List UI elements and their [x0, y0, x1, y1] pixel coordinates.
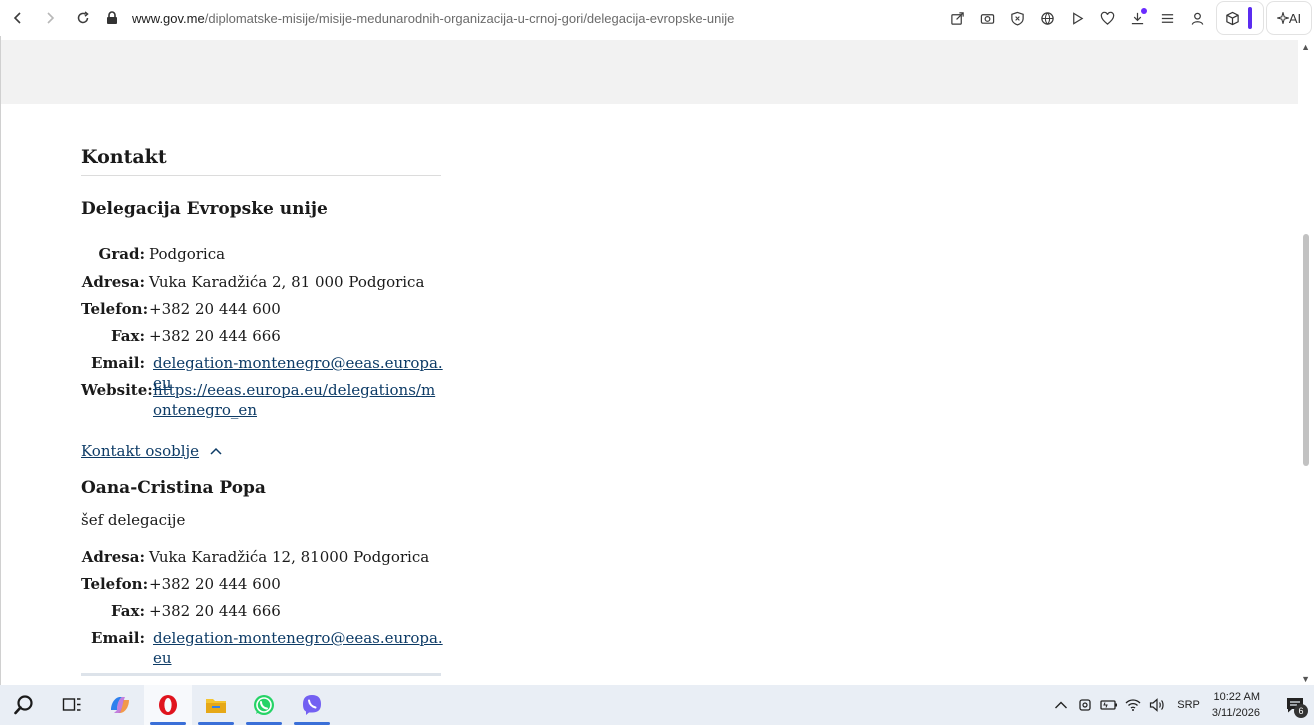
url-text: www.gov.me/diplomatske-misije/misije-med… — [132, 11, 734, 26]
taskbar: SRP 10:22 AM 3/11/2026 6 — [0, 685, 1314, 725]
back-button[interactable] — [2, 2, 34, 34]
clock[interactable]: 10:22 AM 3/11/2026 — [1212, 689, 1260, 721]
org-name: Delegacija Evropske unije — [81, 199, 328, 219]
vpn-globe-icon[interactable] — [1032, 5, 1062, 31]
heart-icon[interactable] — [1092, 5, 1122, 31]
forward-button[interactable] — [34, 2, 66, 34]
person-address-row: Adresa: Vuka Karadžića 12, 81000 Podgori… — [81, 547, 429, 567]
url-path: /diplomatske-misije/misije-medunarodnih-… — [204, 10, 735, 26]
org-phone-row: Telefon: +382 20 444 600 — [81, 299, 281, 319]
org-city-row: Grad: Podgorica — [81, 244, 226, 264]
clock-time: 10:22 AM — [1213, 691, 1260, 703]
viber-icon — [303, 695, 321, 715]
show-hidden-icons-icon[interactable] — [1049, 685, 1073, 725]
person-email-link[interactable]: delegation-montenegro@eeas.europa.eu — [153, 628, 443, 668]
scroll-up-icon[interactable]: ▲ — [1301, 42, 1310, 52]
lock-icon — [104, 10, 120, 26]
shield-icon[interactable] — [1002, 5, 1032, 31]
row-label: Telefon: — [81, 575, 149, 593]
copilot-taskbar-button[interactable] — [96, 685, 144, 725]
chevron-up-icon — [210, 447, 222, 455]
browser-toolbar: www.gov.me/diplomatske-misije/misije-med… — [0, 0, 1314, 36]
share-icon[interactable] — [942, 5, 972, 31]
forward-arrow-icon — [47, 12, 55, 24]
page-scrollbar[interactable]: ▲ ▼ — [1298, 36, 1314, 686]
viber-taskbar-button[interactable] — [288, 685, 336, 725]
folder-icon — [206, 699, 226, 713]
sparkle-icon — [1276, 12, 1289, 24]
notification-count: 6 — [1294, 704, 1308, 718]
row-label: Fax: — [110, 327, 145, 345]
task-view-icon — [62, 698, 81, 711]
row-value: Vuka Karadžića 12, 81000 Podgorica — [149, 548, 430, 566]
org-website-link[interactable]: https://eeas.europa.eu/delegations/monte… — [153, 380, 443, 420]
person-name: Oana-Cristina Popa — [81, 478, 266, 498]
search-taskbar-button[interactable] — [0, 685, 48, 725]
row-label: Adresa: — [81, 273, 145, 291]
staff-toggle-label: Kontakt osoblje — [81, 442, 200, 460]
person-phone-row: Telefon: +382 20 444 600 — [81, 574, 281, 594]
sidebar-indicator — [1248, 7, 1252, 29]
clock-date: 3/11/2026 — [1211, 707, 1260, 719]
row-label: Fax: — [110, 602, 145, 620]
row-value: Podgorica — [149, 245, 226, 263]
person-fax-row: Fax: +382 20 444 666 — [81, 601, 281, 621]
org-address-row: Adresa: Vuka Karadžića 2, 81 000 Podgori… — [81, 272, 425, 292]
org-fax-row: Fax: +382 20 444 666 — [81, 326, 281, 346]
system-tray: SRP 10:22 AM 3/11/2026 6 — [1049, 685, 1314, 725]
search-icon — [14, 695, 33, 715]
download-badge — [1141, 8, 1147, 14]
copilot-icon — [111, 697, 129, 713]
row-value: +382 20 444 600 — [149, 300, 281, 318]
task-view-button[interactable] — [48, 685, 96, 725]
row-label: Telefon: — [81, 300, 149, 318]
menu-lines-icon[interactable] — [1152, 5, 1182, 31]
file-explorer-taskbar-button[interactable] — [192, 685, 240, 725]
whatsapp-taskbar-button[interactable] — [240, 685, 288, 725]
battery-icon[interactable] — [1097, 685, 1121, 725]
wifi-icon[interactable] — [1121, 685, 1145, 725]
url-host: www.gov.me — [132, 10, 205, 26]
reload-button[interactable] — [67, 2, 99, 34]
person-role: šef delegacije — [81, 511, 186, 529]
section-title: Kontakt — [81, 146, 167, 168]
row-value: +382 20 444 666 — [149, 602, 281, 620]
camera-icon[interactable] — [972, 5, 1002, 31]
download-icon[interactable] — [1122, 5, 1152, 31]
row-value: Vuka Karadžića 2, 81 000 Podgorica — [149, 273, 425, 291]
ai-button[interactable]: AI — [1266, 1, 1312, 35]
volume-icon[interactable] — [1145, 685, 1169, 725]
play-icon[interactable] — [1062, 5, 1092, 31]
cube-icon — [1226, 11, 1239, 25]
scroll-thumb[interactable] — [1303, 234, 1309, 466]
person-email-row: Email: delegation-montenegro@eeas.europa… — [81, 628, 443, 668]
opera-icon — [159, 695, 177, 715]
row-value: +382 20 444 666 — [149, 327, 281, 345]
scroll-down-icon[interactable]: ▼ — [1301, 674, 1310, 684]
extensions-button[interactable] — [1216, 1, 1264, 35]
row-label: Website: — [81, 381, 153, 399]
notification-center-button[interactable]: 6 — [1276, 685, 1314, 725]
row-label: Email: — [91, 629, 145, 647]
toolbar-icons — [942, 5, 1212, 31]
org-website-row: Website: https://eeas.europa.eu/delegati… — [81, 380, 443, 420]
back-arrow-icon — [13, 12, 21, 24]
ai-label: AI — [1288, 10, 1302, 26]
row-label: Grad: — [98, 245, 145, 263]
section-bottom-rule — [81, 673, 441, 676]
staff-contacts-toggle[interactable]: Kontakt osoblje — [81, 442, 223, 460]
profile-icon[interactable] — [1182, 5, 1212, 31]
row-value: +382 20 444 600 — [149, 575, 281, 593]
reload-icon — [77, 11, 89, 24]
opera-taskbar-button[interactable] — [144, 685, 192, 725]
meet-now-icon[interactable] — [1073, 685, 1097, 725]
header-band — [1, 40, 1299, 104]
section-divider — [81, 175, 441, 176]
page-viewport: Kontakt Delegacija Evropske unije Grad: … — [0, 36, 1314, 686]
whatsapp-icon — [254, 695, 274, 715]
input-language[interactable]: SRP — [1177, 699, 1200, 711]
row-label: Adresa: — [81, 548, 145, 566]
